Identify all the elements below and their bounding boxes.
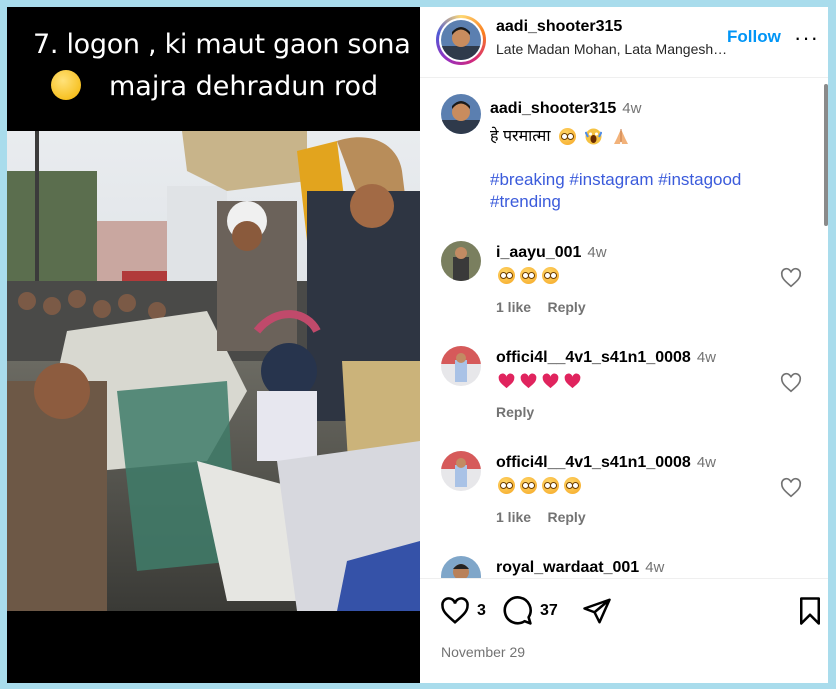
red-heart-icon bbox=[520, 373, 537, 388]
comment-item: i_aayu_001 4w 1 like Reply bbox=[441, 241, 811, 321]
hashtags-line-2[interactable]: #trending bbox=[490, 191, 741, 213]
likes-count[interactable]: 3 bbox=[477, 602, 486, 620]
comment-bubble-icon[interactable] bbox=[502, 595, 533, 626]
red-heart-icon bbox=[542, 373, 559, 388]
caption-line-2: majra dehradun rod bbox=[51, 69, 379, 103]
share-paper-plane-icon[interactable] bbox=[582, 596, 612, 626]
comment-like-heart-icon[interactable] bbox=[780, 267, 802, 289]
header-username[interactable]: aadi_shooter315 bbox=[496, 18, 622, 36]
avatar[interactable] bbox=[441, 20, 481, 60]
comment-reply-button[interactable]: Reply bbox=[547, 299, 585, 315]
comment-time[interactable]: 4w bbox=[587, 244, 606, 261]
flushed-face-icon bbox=[558, 128, 576, 146]
folded-hands-icon bbox=[613, 129, 628, 145]
story-ring[interactable] bbox=[436, 15, 486, 65]
crying-face-icon bbox=[51, 69, 81, 100]
post-time[interactable]: 4w bbox=[622, 100, 641, 117]
scrollbar[interactable] bbox=[824, 84, 828, 226]
caption-line-2-text: majra dehradun rod bbox=[109, 71, 379, 102]
flushed-face-icon bbox=[542, 267, 559, 285]
caption-line-1: 7. logon , ki maut gaon sona , syed , bbox=[33, 29, 420, 60]
video-player[interactable]: 7. logon , ki maut gaon sona , syed , ma… bbox=[7, 7, 420, 683]
comment-time[interactable]: 4w bbox=[697, 349, 716, 366]
video-frame-image bbox=[7, 131, 420, 611]
comment-likes[interactable]: 1 like bbox=[496, 509, 531, 525]
post-header: aadi_shooter315 Late Madan Mohan, Lata M… bbox=[420, 7, 828, 78]
comment-item: royal_wardaat_001 4w bbox=[441, 556, 811, 578]
flushed-face-icon bbox=[564, 477, 581, 495]
like-heart-icon[interactable] bbox=[440, 596, 470, 626]
save-bookmark-icon[interactable] bbox=[797, 596, 823, 626]
comment-avatar[interactable] bbox=[441, 451, 481, 491]
comment-time[interactable]: 4w bbox=[645, 559, 664, 576]
screaming-face-icon bbox=[585, 128, 603, 145]
comments-count[interactable]: 37 bbox=[540, 602, 558, 620]
post-side-panel: aadi_shooter315 Late Madan Mohan, Lata M… bbox=[420, 7, 828, 683]
comment-avatar[interactable] bbox=[441, 346, 481, 386]
more-options-icon[interactable]: ··· bbox=[794, 25, 819, 51]
flushed-face-icon bbox=[542, 477, 559, 495]
comments-list[interactable]: aadi_shooter315 4w हे परमात्मा #breaking … bbox=[420, 78, 828, 578]
post-text: हे परमात्मा bbox=[490, 128, 551, 145]
post-dialog: 7. logon , ki maut gaon sona , syed , ma… bbox=[7, 7, 828, 683]
comment-like-heart-icon[interactable] bbox=[780, 477, 802, 499]
flushed-face-icon bbox=[498, 477, 515, 495]
comment-username[interactable]: i_aayu_001 bbox=[496, 244, 581, 261]
comment-item: offici4l__4v1_s41n1_0008 4w 1 like Reply bbox=[441, 451, 811, 531]
comment-like-heart-icon[interactable] bbox=[780, 372, 802, 394]
comment-reply-button[interactable]: Reply bbox=[496, 404, 534, 420]
red-heart-icon bbox=[498, 373, 515, 388]
post-date[interactable]: November 29 bbox=[441, 644, 525, 660]
post-actions-footer: 3 37 November 29 bbox=[420, 578, 828, 683]
comment-avatar[interactable] bbox=[441, 241, 481, 281]
video-letterbox bbox=[7, 611, 420, 683]
post-author-avatar[interactable] bbox=[441, 94, 481, 134]
comment-time[interactable]: 4w bbox=[697, 454, 716, 471]
comment-likes[interactable]: 1 like bbox=[496, 299, 531, 315]
comment-username[interactable]: royal_wardaat_001 bbox=[496, 559, 639, 576]
comment-username[interactable]: offici4l__4v1_s41n1_0008 bbox=[496, 454, 691, 471]
flushed-face-icon bbox=[498, 267, 515, 285]
post-author-username[interactable]: aadi_shooter315 bbox=[490, 100, 616, 117]
flushed-face-icon bbox=[520, 267, 537, 285]
comment-reply-button[interactable]: Reply bbox=[547, 509, 585, 525]
follow-button[interactable]: Follow bbox=[727, 27, 781, 47]
red-heart-icon bbox=[564, 373, 581, 388]
hashtags-line-1[interactable]: #breaking #instagram #instagood bbox=[490, 169, 741, 191]
comment-avatar[interactable] bbox=[441, 556, 481, 578]
comment-item: offici4l__4v1_s41n1_0008 4w Reply bbox=[441, 346, 811, 426]
flushed-face-icon bbox=[520, 477, 537, 495]
header-audio-subtitle[interactable]: Late Madan Mohan, Lata Mangeshkar bbox=[496, 41, 728, 57]
video-caption: 7. logon , ki maut gaon sona , syed , ma… bbox=[7, 7, 420, 131]
comment-username[interactable]: offici4l__4v1_s41n1_0008 bbox=[496, 349, 691, 366]
